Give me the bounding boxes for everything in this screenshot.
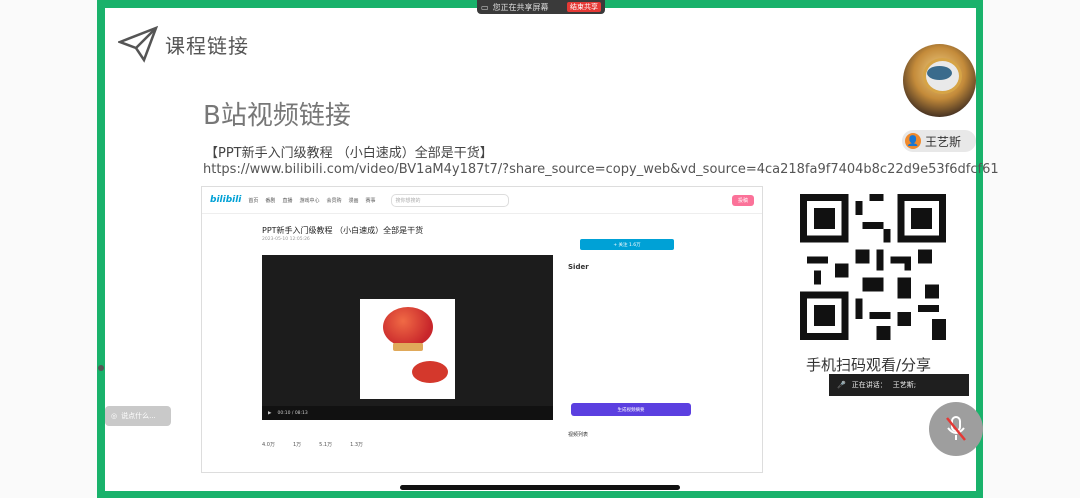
like-count: 4.0万 [262,442,275,448]
mic-icon: 🎤 [837,381,846,389]
sharing-status: 您正在共享屏幕 [492,2,549,12]
engagement-row: 4.0万 1万 5.1万 1.3万 [262,441,363,448]
bilibili-video-meta: 2023-05-10 12:05:26 [262,237,310,242]
section-title: B站视频链接 [203,101,351,131]
screen-icon: ▭ [481,2,489,12]
nav-item: 首页 [248,197,259,204]
video-url[interactable]: https://www.bilibili.com/video/BV1aM4y18… [203,162,999,177]
time-readout: 00:10 / 08:13 [277,410,308,416]
home-indicator[interactable] [400,485,680,490]
chat-placeholder: 说点什么... [121,412,156,420]
video-subtitle: 【PPT新手入门级教程 （小白速成）全部是干货】 [205,146,493,161]
edge-dot [98,365,104,371]
nav-item: 漫画 [348,197,359,204]
play-icon: ▶ [268,410,272,416]
playlist-label: 视频列表 [568,432,589,438]
nav-item: 番剧 [265,197,276,204]
bilibili-screenshot: bilibili 首页 番剧 直播 游戏中心 会员购 漫画 赛事 搜你想搜的 投… [201,186,763,473]
bilibili-header: bilibili 首页 番剧 直播 游戏中心 会员购 漫画 赛事 搜你想搜的 投… [202,187,762,214]
right-margin [983,0,1080,498]
sider-panel: Sider [568,263,693,413]
participant-name: 王艺斯 [925,134,962,149]
mute-mic-button[interactable] [929,402,983,456]
sider-summary-button: 生成视频摘要 [571,403,691,416]
share-count: 1.3万 [350,442,364,448]
qr-code [800,194,946,340]
participant-name-badge: 👤 王艺斯 [902,130,976,152]
chat-input[interactable]: ◎ 说点什么... [105,406,171,426]
stop-share-button[interactable]: 结束共享 [567,2,601,12]
nav-item: 直播 [282,197,293,204]
bilibili-video-title: PPT新手入门级教程 （小白速成）全部是干货 [262,226,424,235]
slide-heading: 课程链接 [165,34,249,58]
bilibili-logo: bilibili [210,195,242,205]
mic-muted-icon [946,416,966,441]
bilibili-search: 搜你想搜的 [390,193,509,207]
user-icon: 👤 [905,133,921,149]
follow-button: + 关注 1.6万 [580,239,674,250]
lantern-image [360,299,455,399]
upload-button: 投稿 [731,194,754,206]
nav-item: 赛事 [365,197,376,204]
chat-icon: ◎ [111,412,118,420]
sider-title: Sider [568,263,589,271]
speaking-name: 王艺斯; [892,381,917,389]
sharing-bar: ▭ 您正在共享屏幕 结束共享 [477,0,605,14]
video-player [262,255,553,420]
coin-count: 1万 [292,442,302,448]
nav-item: 游戏中心 [299,197,320,204]
participant-avatar [903,44,976,117]
speaking-indicator: 🎤 正在讲话： 王艺斯; [829,374,969,396]
player-controls: ▶ 00:10 / 08:13 [262,406,553,420]
nav-item: 会员购 [326,197,342,204]
qr-caption: 手机扫码观看/分享 [806,356,932,374]
favorite-count: 5.1万 [319,442,333,448]
left-margin [0,0,97,498]
speaking-label: 正在讲话： [851,381,887,389]
paper-plane-icon [118,25,158,63]
